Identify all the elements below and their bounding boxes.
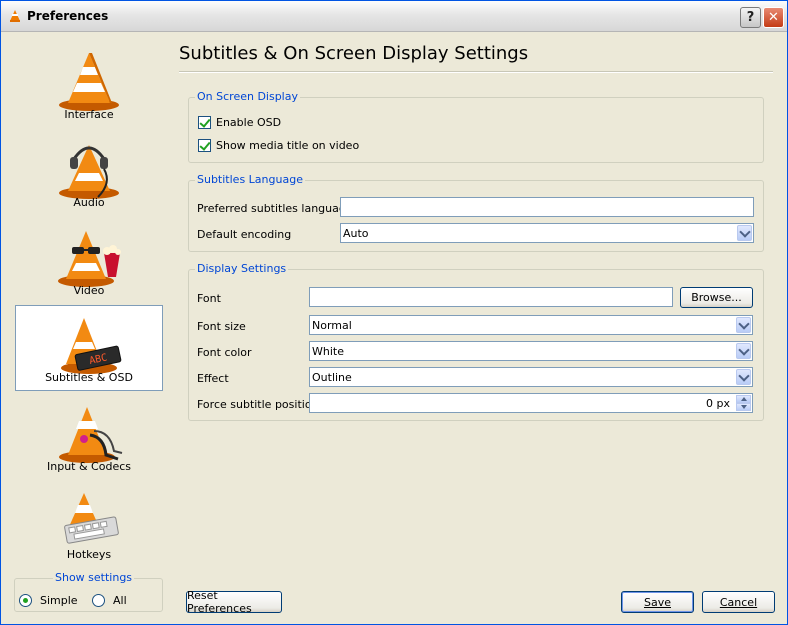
cancel-label: Cancel — [719, 595, 758, 609]
browse-button[interactable]: Browse... — [680, 287, 753, 308]
sidebar-item-input-codecs[interactable]: Input & Codecs — [15, 394, 163, 480]
preferred-language-input[interactable] — [340, 197, 754, 217]
sidebar-item-audio[interactable]: Audio — [15, 130, 163, 216]
default-encoding-select[interactable]: Auto — [340, 223, 754, 243]
osd-legend: On Screen Display — [195, 90, 300, 103]
font-size-value: Normal — [312, 319, 352, 332]
save-button[interactable]: Save — [621, 591, 694, 613]
default-encoding-label: Default encoding — [197, 228, 292, 241]
vlc-cone-icon — [10, 10, 20, 22]
vlc-cone-headphones-icon — [59, 145, 119, 199]
subtitle-position-value: 0 px — [706, 397, 730, 410]
font-size-select[interactable]: Normal — [309, 315, 753, 335]
sidebar-item-label: Audio — [73, 196, 105, 209]
font-color-label: Font color — [197, 346, 252, 359]
font-color-select[interactable]: White — [309, 341, 753, 361]
show-media-title-checkbox[interactable]: Show media title on video — [198, 139, 359, 152]
reset-preferences-button[interactable]: Reset Preferences — [186, 589, 282, 615]
show-settings-group: Show settings Simple All — [14, 571, 163, 612]
font-color-value: White — [312, 345, 344, 358]
cancel-button[interactable]: Cancel — [702, 591, 775, 613]
effect-label: Effect — [197, 372, 229, 385]
subtitles-language-group: Subtitles Language Preferred subtitles l… — [188, 173, 764, 252]
simple-radio-label: Simple — [40, 594, 78, 607]
font-input[interactable] — [309, 287, 673, 307]
help-button[interactable]: ? — [740, 7, 761, 28]
sidebar-item-label: Subtitles & OSD — [45, 371, 133, 384]
save-label: Save — [643, 595, 671, 609]
preferences-window: Preferences ? ✕ Interface Audio Video AB… — [0, 0, 788, 625]
chevron-down-icon[interactable] — [736, 343, 751, 359]
subtitles-language-legend: Subtitles Language — [195, 173, 305, 186]
preferred-language-label: Preferred subtitles language — [197, 202, 353, 215]
display-settings-group: Display Settings Font Browse... Font siz… — [188, 262, 764, 421]
font-size-label: Font size — [197, 320, 246, 333]
spin-down-icon[interactable] — [736, 403, 751, 411]
show-media-title-label: Show media title on video — [216, 139, 360, 152]
all-radio-label: All — [113, 594, 127, 607]
show-settings-legend: Show settings — [53, 571, 135, 584]
sidebar-item-label: Input & Codecs — [47, 460, 131, 473]
spin-up-icon[interactable] — [736, 395, 751, 403]
chevron-down-icon[interactable] — [737, 225, 752, 241]
default-encoding-value: Auto — [343, 227, 369, 240]
vlc-cone-icon — [59, 53, 119, 111]
effect-value: Outline — [312, 371, 352, 384]
checkbox-box[interactable] — [198, 139, 211, 152]
enable-osd-checkbox[interactable]: Enable OSD — [198, 116, 281, 129]
window-title: Preferences — [27, 9, 109, 23]
chevron-down-icon[interactable] — [736, 369, 751, 385]
display-settings-legend: Display Settings — [195, 262, 289, 275]
category-sidebar: Interface Audio Video ABC Subtitles & OS… — [13, 38, 165, 562]
vlc-cone-keyboard-icon — [64, 493, 119, 544]
chevron-down-icon[interactable] — [736, 317, 751, 333]
title-bar[interactable]: Preferences ? ✕ — [1, 1, 787, 32]
effect-select[interactable]: Outline — [309, 367, 753, 387]
vlc-cone-cables-icon — [59, 407, 123, 463]
sidebar-item-interface[interactable]: Interface — [15, 42, 163, 128]
subtitle-position-label: Force subtitle position — [197, 398, 319, 411]
spinner-arrows[interactable] — [736, 395, 751, 411]
simple-radio[interactable]: Simple — [19, 594, 78, 607]
radio-dot[interactable] — [19, 594, 32, 607]
close-button[interactable]: ✕ — [763, 7, 784, 28]
vlc-cone-glasses-popcorn-icon — [58, 231, 121, 287]
client-area: Interface Audio Video ABC Subtitles & OS… — [4, 33, 784, 623]
font-label: Font — [197, 292, 221, 305]
vlc-cone-subtitles-icon: ABC — [61, 318, 122, 374]
sidebar-item-subtitles-osd[interactable]: ABC Subtitles & OSD — [15, 305, 163, 391]
sidebar-item-label: Hotkeys — [66, 548, 112, 561]
radio-dot[interactable] — [92, 594, 105, 607]
reset-preferences-label: Reset Preferences — [187, 589, 252, 615]
enable-osd-label: Enable OSD — [216, 116, 282, 129]
page-title: Subtitles & On Screen Display Settings — [179, 43, 529, 64]
osd-group: On Screen Display Enable OSD Show media … — [188, 90, 764, 163]
sidebar-item-label: Interface — [64, 108, 114, 121]
sidebar-item-label: Video — [73, 284, 105, 297]
all-radio[interactable]: All — [92, 594, 127, 607]
sidebar-item-hotkeys[interactable]: Hotkeys — [15, 482, 163, 568]
subtitle-position-spinbox[interactable]: 0 px — [309, 393, 753, 413]
checkbox-box[interactable] — [198, 116, 211, 129]
title-divider — [179, 71, 773, 73]
sidebar-item-video[interactable]: Video — [15, 218, 163, 304]
